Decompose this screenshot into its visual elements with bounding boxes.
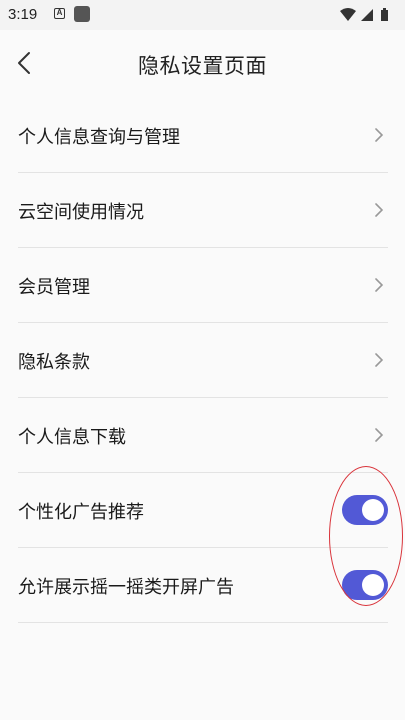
menu-item-label: 个人信息下载 [18,427,126,448]
chevron-right-icon [375,128,384,142]
chevron-right-icon [375,203,384,217]
chevron-right-icon [375,353,384,367]
settings-list: 个人信息查询与管理 云空间使用情况 会员管理 隐私条款 个人信息下载 个性化广告… [0,98,405,623]
signal-icon [361,9,373,21]
menu-item-shake-splash-ads: 允许展示摇一摇类开屏广告 [18,548,388,623]
notification-a-icon: A [54,8,65,19]
personalized-ads-toggle[interactable] [342,495,388,525]
menu-item-label: 允许展示摇一摇类开屏广告 [18,577,234,598]
status-time: 3:19 [8,6,38,23]
shake-splash-ads-toggle[interactable] [342,570,388,600]
menu-item-label: 个性化广告推荐 [18,502,144,523]
menu-item-label: 会员管理 [18,277,90,298]
menu-item-membership[interactable]: 会员管理 [18,248,388,323]
toggle-knob [362,574,384,596]
header: 隐私设置页面 [0,30,405,100]
menu-item-privacy-terms[interactable]: 隐私条款 [18,323,388,398]
menu-item-personal-info[interactable]: 个人信息查询与管理 [18,98,388,173]
menu-item-info-download[interactable]: 个人信息下载 [18,398,388,473]
battery-icon [381,8,388,21]
wifi-icon [340,8,356,21]
page-title: 隐私设置页面 [138,54,267,78]
status-right-icons [339,6,397,24]
menu-item-label: 个人信息查询与管理 [18,127,180,148]
app-square-icon [74,6,90,22]
chevron-right-icon [375,278,384,292]
chevron-right-icon [375,428,384,442]
status-bar: 3:19 A [0,0,405,30]
menu-item-cloud-usage[interactable]: 云空间使用情况 [18,173,388,248]
toggle-knob [362,499,384,521]
menu-item-label: 隐私条款 [18,352,90,373]
menu-item-label: 云空间使用情况 [18,202,144,223]
menu-item-personalized-ads: 个性化广告推荐 [18,473,388,548]
